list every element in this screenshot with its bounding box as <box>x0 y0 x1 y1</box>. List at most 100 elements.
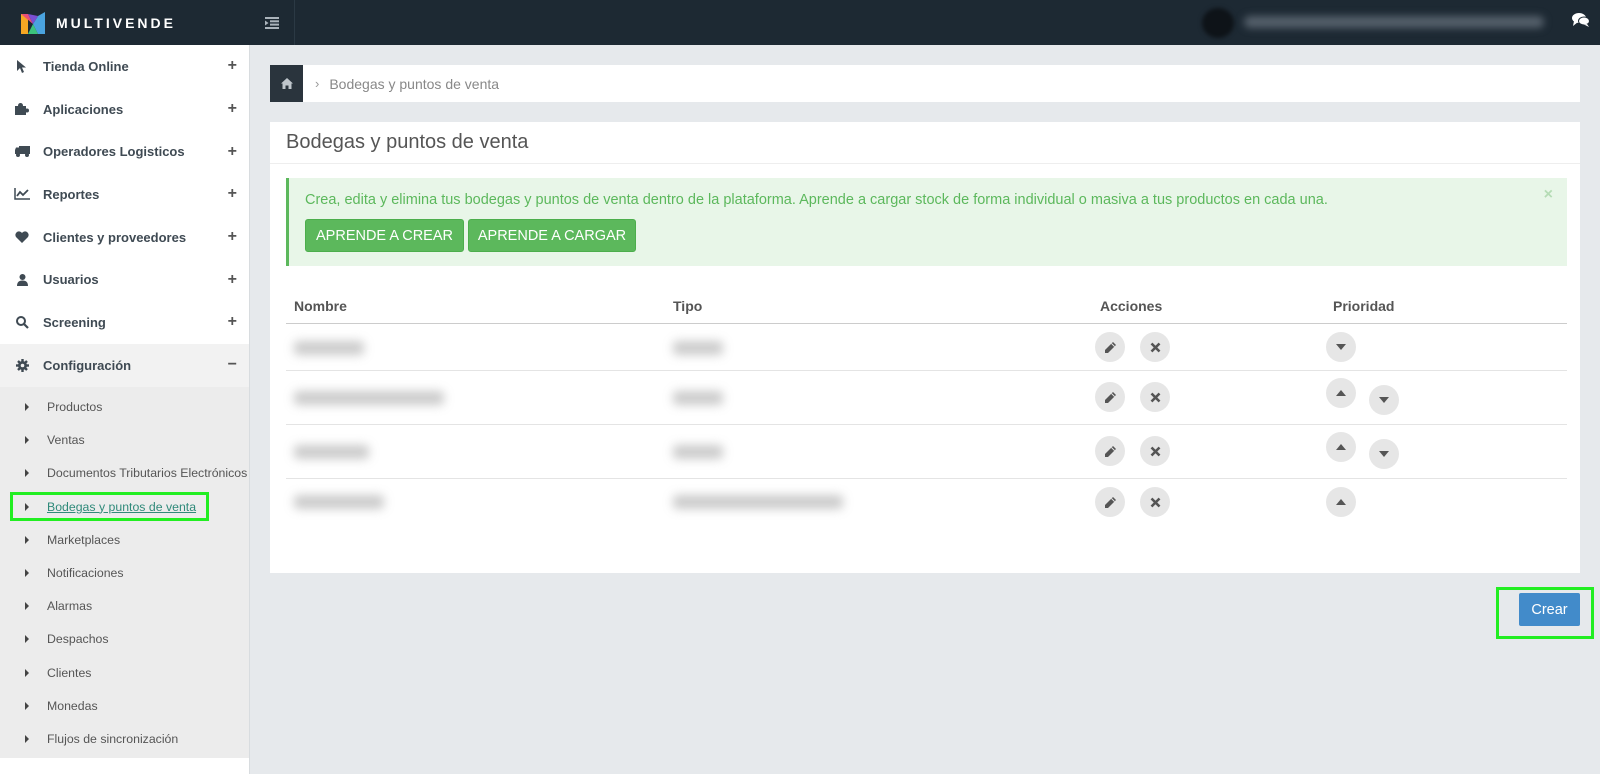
expand-icon[interactable]: + <box>228 271 237 289</box>
sidebar-item-reportes[interactable]: Reportes + <box>0 173 249 216</box>
learn-create-button[interactable]: APRENDE A CREAR <box>305 219 464 252</box>
delete-button[interactable] <box>1140 332 1170 362</box>
search-icon <box>13 315 31 329</box>
table-row <box>286 324 1567 371</box>
sidebar-item-clientes-proveedores[interactable]: Clientes y proveedores + <box>0 216 249 259</box>
caret-right-icon <box>25 701 29 710</box>
submenu-item-notificaciones[interactable]: Notificaciones <box>0 556 249 589</box>
submenu-item-flujos-sincronizacion[interactable]: Flujos de sincronización <box>0 722 249 755</box>
submenu-item-label: Alarmas <box>47 599 93 614</box>
caret-down-icon <box>1379 397 1389 403</box>
caret-right-icon <box>25 403 29 412</box>
highlight-box <box>10 492 209 522</box>
edit-button[interactable] <box>1095 332 1125 362</box>
caret-right-icon <box>25 602 29 611</box>
delete-button[interactable] <box>1140 382 1170 412</box>
submenu-item-bodegas[interactable]: Bodegas y puntos de venta <box>0 490 249 523</box>
delete-button[interactable] <box>1140 487 1170 517</box>
sidebar-item-aplicaciones[interactable]: Aplicaciones + <box>0 88 249 131</box>
sidebar-toggle-button[interactable] <box>250 0 295 45</box>
sidebar-item-configuracion[interactable]: Configuración − <box>0 343 249 387</box>
warehouse-name-redacted <box>294 341 364 355</box>
alert-message: Crea, edita y elimina tus bodegas y punt… <box>305 192 1328 208</box>
learn-load-button[interactable]: APRENDE A CARGAR <box>468 219 636 252</box>
user-name-redacted[interactable] <box>1244 16 1544 28</box>
home-icon <box>280 78 293 89</box>
sidebar-item-screening[interactable]: Screening + <box>0 301 249 344</box>
sidebar-item-operadores-logisticos[interactable]: Operadores Logisticos + <box>0 130 249 173</box>
puzzle-icon <box>13 103 31 116</box>
pencil-icon <box>1104 445 1116 457</box>
submenu-item-label: Marketplaces <box>47 532 121 547</box>
expand-icon[interactable]: + <box>228 185 237 203</box>
pencil-icon <box>1104 496 1116 508</box>
warehouse-type-redacted <box>673 445 723 459</box>
submenu-item-label: Clientes <box>47 665 92 680</box>
submenu-item-clientes[interactable]: Clientes <box>0 656 249 689</box>
edit-button[interactable] <box>1095 382 1125 412</box>
sidebar-item-label: Reportes <box>43 186 100 202</box>
submenu-item-label: Despachos <box>47 632 109 647</box>
gear-icon <box>13 358 31 372</box>
priority-down-button[interactable] <box>1326 332 1356 362</box>
breadcrumb-home[interactable] <box>270 65 303 102</box>
edit-button[interactable] <box>1095 487 1125 517</box>
sidebar: Tienda Online + Aplicaciones + Operadore… <box>0 45 250 774</box>
priority-down-button[interactable] <box>1369 385 1399 415</box>
collapse-icon[interactable]: − <box>228 356 237 374</box>
expand-icon[interactable]: + <box>228 100 237 118</box>
caret-right-icon <box>25 469 29 478</box>
pencil-icon <box>1104 391 1116 403</box>
info-alert: Crea, edita y elimina tus bodegas y punt… <box>286 178 1567 266</box>
submenu-item-monedas[interactable]: Monedas <box>0 689 249 722</box>
submenu-item-label: Documentos Tributarios Electrónicos <box>47 466 248 481</box>
column-header-prioridad: Prioridad <box>1333 298 1395 314</box>
caret-up-icon <box>1336 444 1346 450</box>
priority-up-button[interactable] <box>1326 487 1356 517</box>
create-button[interactable]: Crear <box>1519 593 1580 626</box>
delete-button[interactable] <box>1140 436 1170 466</box>
submenu-item-ventas[interactable]: Ventas <box>0 424 249 457</box>
brand[interactable]: MULTIVENDE <box>0 0 250 45</box>
close-icon <box>1150 446 1160 456</box>
expand-icon[interactable]: + <box>228 57 237 75</box>
submenu-item-despachos[interactable]: Despachos <box>0 623 249 656</box>
column-header-nombre[interactable]: Nombre <box>294 298 347 314</box>
user-icon <box>13 273 31 286</box>
sidebar-item-label: Configuración <box>43 357 132 373</box>
priority-down-button[interactable] <box>1369 439 1399 469</box>
submenu-item-documentos-tributarios[interactable]: Documentos Tributarios Electrónicos <box>0 457 249 490</box>
breadcrumb-separator-icon: › <box>315 76 320 91</box>
priority-up-button[interactable] <box>1326 378 1356 408</box>
breadcrumb-current: Bodegas y puntos de venta <box>329 75 500 92</box>
panel-header: Bodegas y puntos de venta <box>270 122 1580 164</box>
chart-line-icon <box>13 188 31 201</box>
submenu-item-marketplaces[interactable]: Marketplaces <box>0 523 249 556</box>
caret-right-icon <box>25 436 29 445</box>
edit-button[interactable] <box>1095 436 1125 466</box>
pencil-icon <box>1104 341 1116 353</box>
submenu-item-alarmas[interactable]: Alarmas <box>0 590 249 623</box>
avatar[interactable] <box>1202 8 1234 38</box>
priority-up-button[interactable] <box>1326 432 1356 462</box>
sidebar-item-usuarios[interactable]: Usuarios + <box>0 258 249 301</box>
warehouse-name-redacted <box>294 391 444 405</box>
submenu-item-productos[interactable]: Productos <box>0 391 249 424</box>
sidebar-item-tienda-online[interactable]: Tienda Online + <box>0 45 249 88</box>
expand-icon[interactable]: + <box>228 228 237 246</box>
close-icon[interactable]: × <box>1544 186 1553 204</box>
caret-right-icon <box>25 635 29 644</box>
warehouse-type-redacted <box>673 341 723 355</box>
warehouse-name-redacted <box>294 445 369 459</box>
column-header-tipo[interactable]: Tipo <box>673 298 702 314</box>
sidebar-item-label: Screening <box>43 314 106 330</box>
breadcrumb: › Bodegas y puntos de venta <box>270 65 1580 102</box>
heart-icon <box>13 231 31 244</box>
expand-icon[interactable]: + <box>228 313 237 331</box>
chat-icon[interactable] <box>1572 12 1590 28</box>
page-title: Bodegas y puntos de venta <box>286 131 529 153</box>
sidebar-item-label: Tienda Online <box>43 58 129 74</box>
table-row <box>286 425 1567 479</box>
submenu-item-label: Flujos de sincronización <box>47 731 179 746</box>
expand-icon[interactable]: + <box>228 143 237 161</box>
